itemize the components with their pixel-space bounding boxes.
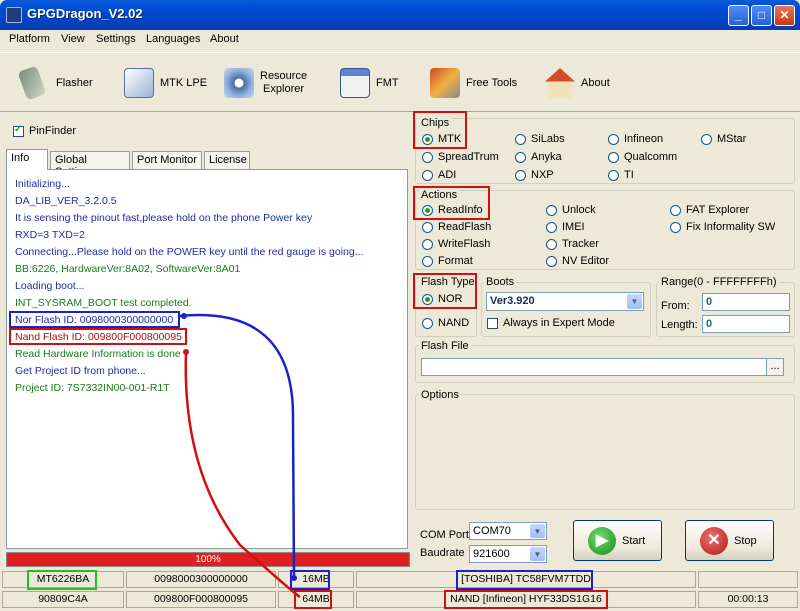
nor-arrow-end-dot bbox=[291, 575, 297, 581]
nand-arrow bbox=[184, 351, 301, 599]
tab-info[interactable]: Info bbox=[6, 149, 48, 170]
nand-arrow-dot bbox=[183, 349, 189, 355]
annotation-arrows bbox=[179, 313, 301, 599]
nor-arrow-dot bbox=[181, 313, 187, 319]
nor-arrow bbox=[179, 313, 296, 579]
